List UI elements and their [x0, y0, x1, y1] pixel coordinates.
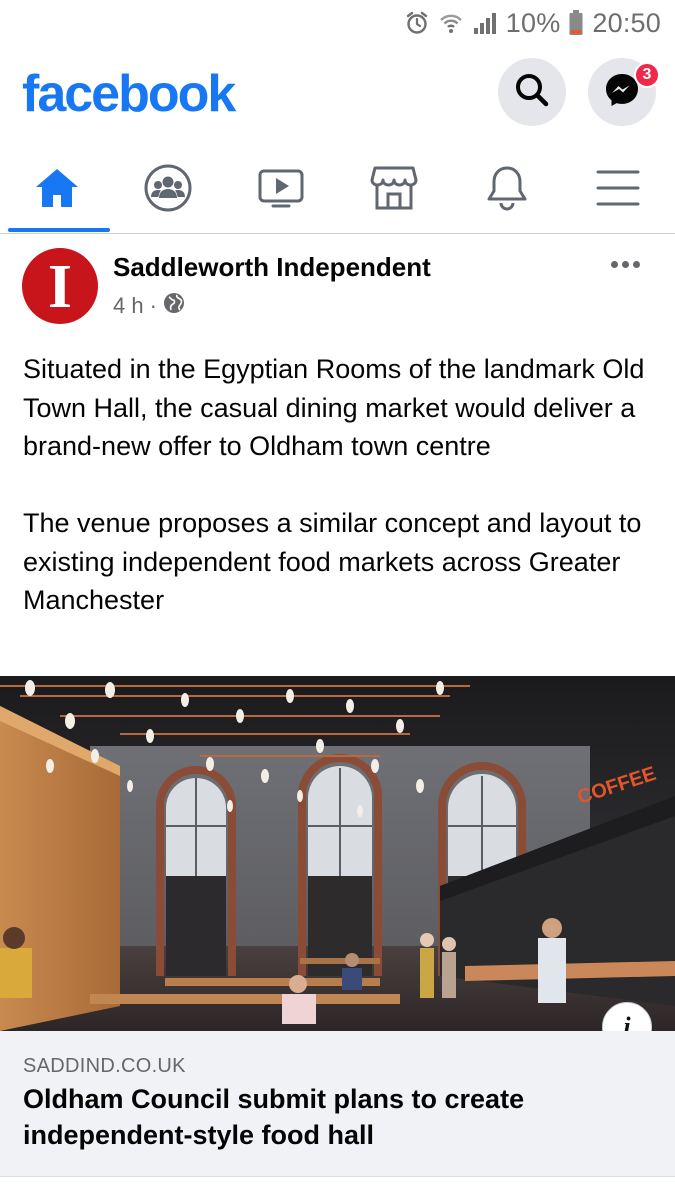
video-icon [256, 166, 306, 215]
meta-separator: · [149, 293, 157, 318]
globe-icon [163, 292, 185, 320]
facebook-logo[interactable]: facebook [22, 64, 236, 124]
battery-icon [568, 9, 584, 37]
tab-home[interactable] [2, 148, 112, 232]
post-paragraph: Situated in the Egyptian Rooms of the la… [23, 354, 645, 461]
tab-watch[interactable] [226, 148, 336, 232]
groups-icon [143, 163, 193, 218]
food-hall-illustration: COFFEE [0, 676, 675, 1031]
tab-menu[interactable] [563, 148, 673, 232]
search-button[interactable] [498, 58, 566, 126]
home-icon [33, 166, 81, 215]
wifi-icon [438, 10, 464, 36]
alarm-icon [404, 10, 430, 36]
post-header: I Saddleworth Independent 4 h · [0, 244, 675, 334]
avatar-letter: I [47, 253, 73, 321]
page-avatar[interactable]: I [22, 248, 98, 324]
link-title: Oldham Council submit plans to create in… [23, 1084, 525, 1150]
battery-percent: 10% [505, 7, 561, 38]
main-nav [0, 148, 675, 234]
tab-groups[interactable] [113, 148, 223, 232]
status-bar: 10% 20:50 [0, 0, 675, 46]
clock: 20:50 [592, 7, 661, 38]
post-meta: 4 h · [113, 292, 185, 320]
post-image[interactable]: COFFEE [0, 676, 675, 1031]
shop-icon [369, 164, 419, 217]
link-preview[interactable]: SADDIND.CO.UK Oldham Council submit plan… [0, 1031, 675, 1177]
bell-icon [485, 164, 529, 217]
search-icon [513, 71, 551, 114]
post-paragraph: The venue proposes a similar concept and… [23, 508, 642, 615]
app-header: facebook 3 [0, 50, 675, 140]
messenger-badge: 3 [634, 62, 660, 88]
more-icon [610, 260, 618, 268]
messenger-button[interactable]: 3 [588, 58, 660, 126]
post-text: Situated in the Egyptian Rooms of the la… [23, 350, 653, 620]
more-options-button[interactable] [605, 252, 645, 276]
signal-icon [472, 10, 498, 36]
menu-icon [596, 168, 640, 213]
page-name[interactable]: Saddleworth Independent [113, 252, 431, 283]
post-time[interactable]: 4 h [113, 293, 144, 319]
tab-notifications[interactable] [452, 148, 562, 232]
tab-marketplace[interactable] [339, 148, 449, 232]
link-domain: SADDIND.CO.UK [23, 1055, 186, 1077]
status-icons: 10% 20:50 [404, 6, 661, 40]
